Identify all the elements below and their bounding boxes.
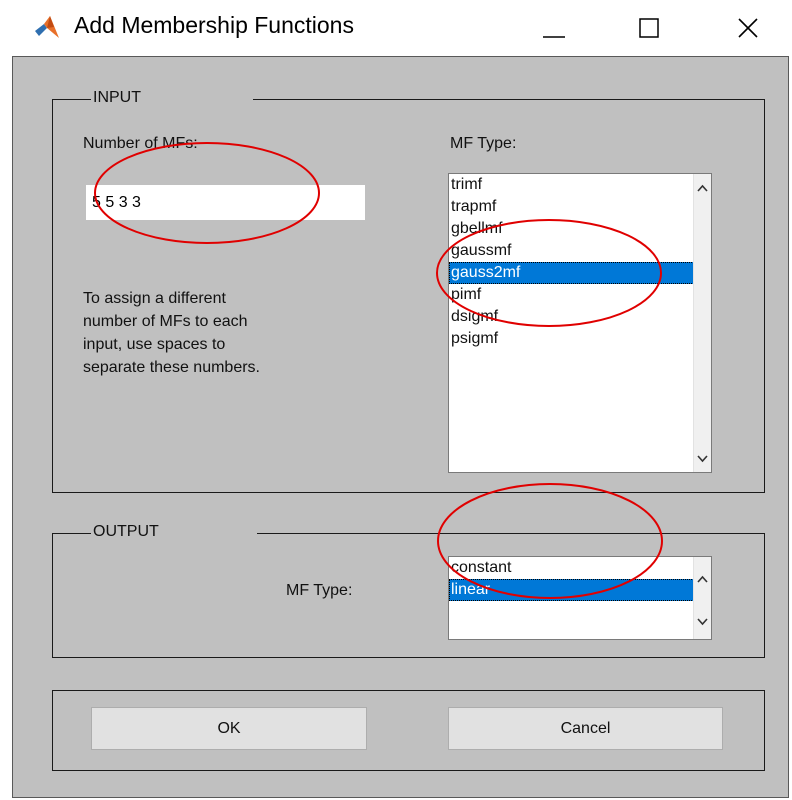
scroll-down-button[interactable]	[694, 614, 711, 631]
chevron-up-icon	[697, 575, 708, 583]
scroll-up-button[interactable]	[694, 180, 711, 197]
input-list-scrollbar[interactable]	[693, 174, 711, 472]
input-mf-type-items: trimf trapmf gbellmf gaussmf gauss2mf pi…	[449, 174, 694, 472]
maximize-icon	[639, 18, 659, 38]
list-item-dsigmf[interactable]: dsigmf	[449, 306, 694, 328]
input-legend: INPUT	[91, 89, 253, 107]
list-item-psigmf[interactable]: psigmf	[449, 328, 694, 350]
minimize-icon	[543, 36, 565, 38]
output-mf-type-list[interactable]: constant linear	[448, 556, 712, 640]
minimize-button[interactable]	[524, 0, 584, 56]
cancel-button[interactable]: Cancel	[448, 707, 723, 750]
input-mf-type-label: MF Type:	[450, 135, 517, 152]
input-mf-type-list[interactable]: trimf trapmf gbellmf gaussmf gauss2mf pi…	[448, 173, 712, 473]
title-bar[interactable]: Add Membership Functions	[0, 0, 792, 56]
matlab-icon	[35, 16, 59, 38]
list-item-gaussmf[interactable]: gaussmf	[449, 240, 694, 262]
chevron-up-icon	[697, 184, 708, 192]
scroll-down-button[interactable]	[694, 451, 711, 468]
list-item-gbellmf[interactable]: gbellmf	[449, 218, 694, 240]
list-item-linear[interactable]: linear	[449, 579, 694, 601]
window-title: Add Membership Functions	[74, 12, 354, 38]
output-legend: OUTPUT	[91, 523, 257, 541]
list-item-gauss2mf[interactable]: gauss2mf	[449, 262, 694, 284]
ok-button[interactable]: OK	[91, 707, 367, 750]
scroll-up-button[interactable]	[694, 571, 711, 588]
chevron-down-icon	[697, 618, 708, 626]
dialog-body: INPUT Number of MFs: To assign a differe…	[12, 56, 789, 798]
list-item-constant[interactable]: constant	[449, 557, 694, 579]
close-button[interactable]	[718, 0, 778, 56]
list-item-trapmf[interactable]: trapmf	[449, 196, 694, 218]
output-mf-type-label: MF Type:	[286, 582, 353, 599]
list-item-pimf[interactable]: pimf	[449, 284, 694, 306]
output-list-scrollbar[interactable]	[693, 557, 711, 639]
close-icon	[738, 18, 758, 38]
list-item-trimf[interactable]: trimf	[449, 174, 694, 196]
output-mf-type-items: constant linear	[449, 557, 694, 639]
chevron-down-icon	[697, 455, 708, 463]
num-mfs-input[interactable]	[86, 185, 365, 220]
maximize-button[interactable]	[620, 0, 680, 56]
num-mfs-label: Number of MFs:	[83, 135, 198, 152]
help-text: To assign a different number of MFs to e…	[83, 290, 260, 376]
